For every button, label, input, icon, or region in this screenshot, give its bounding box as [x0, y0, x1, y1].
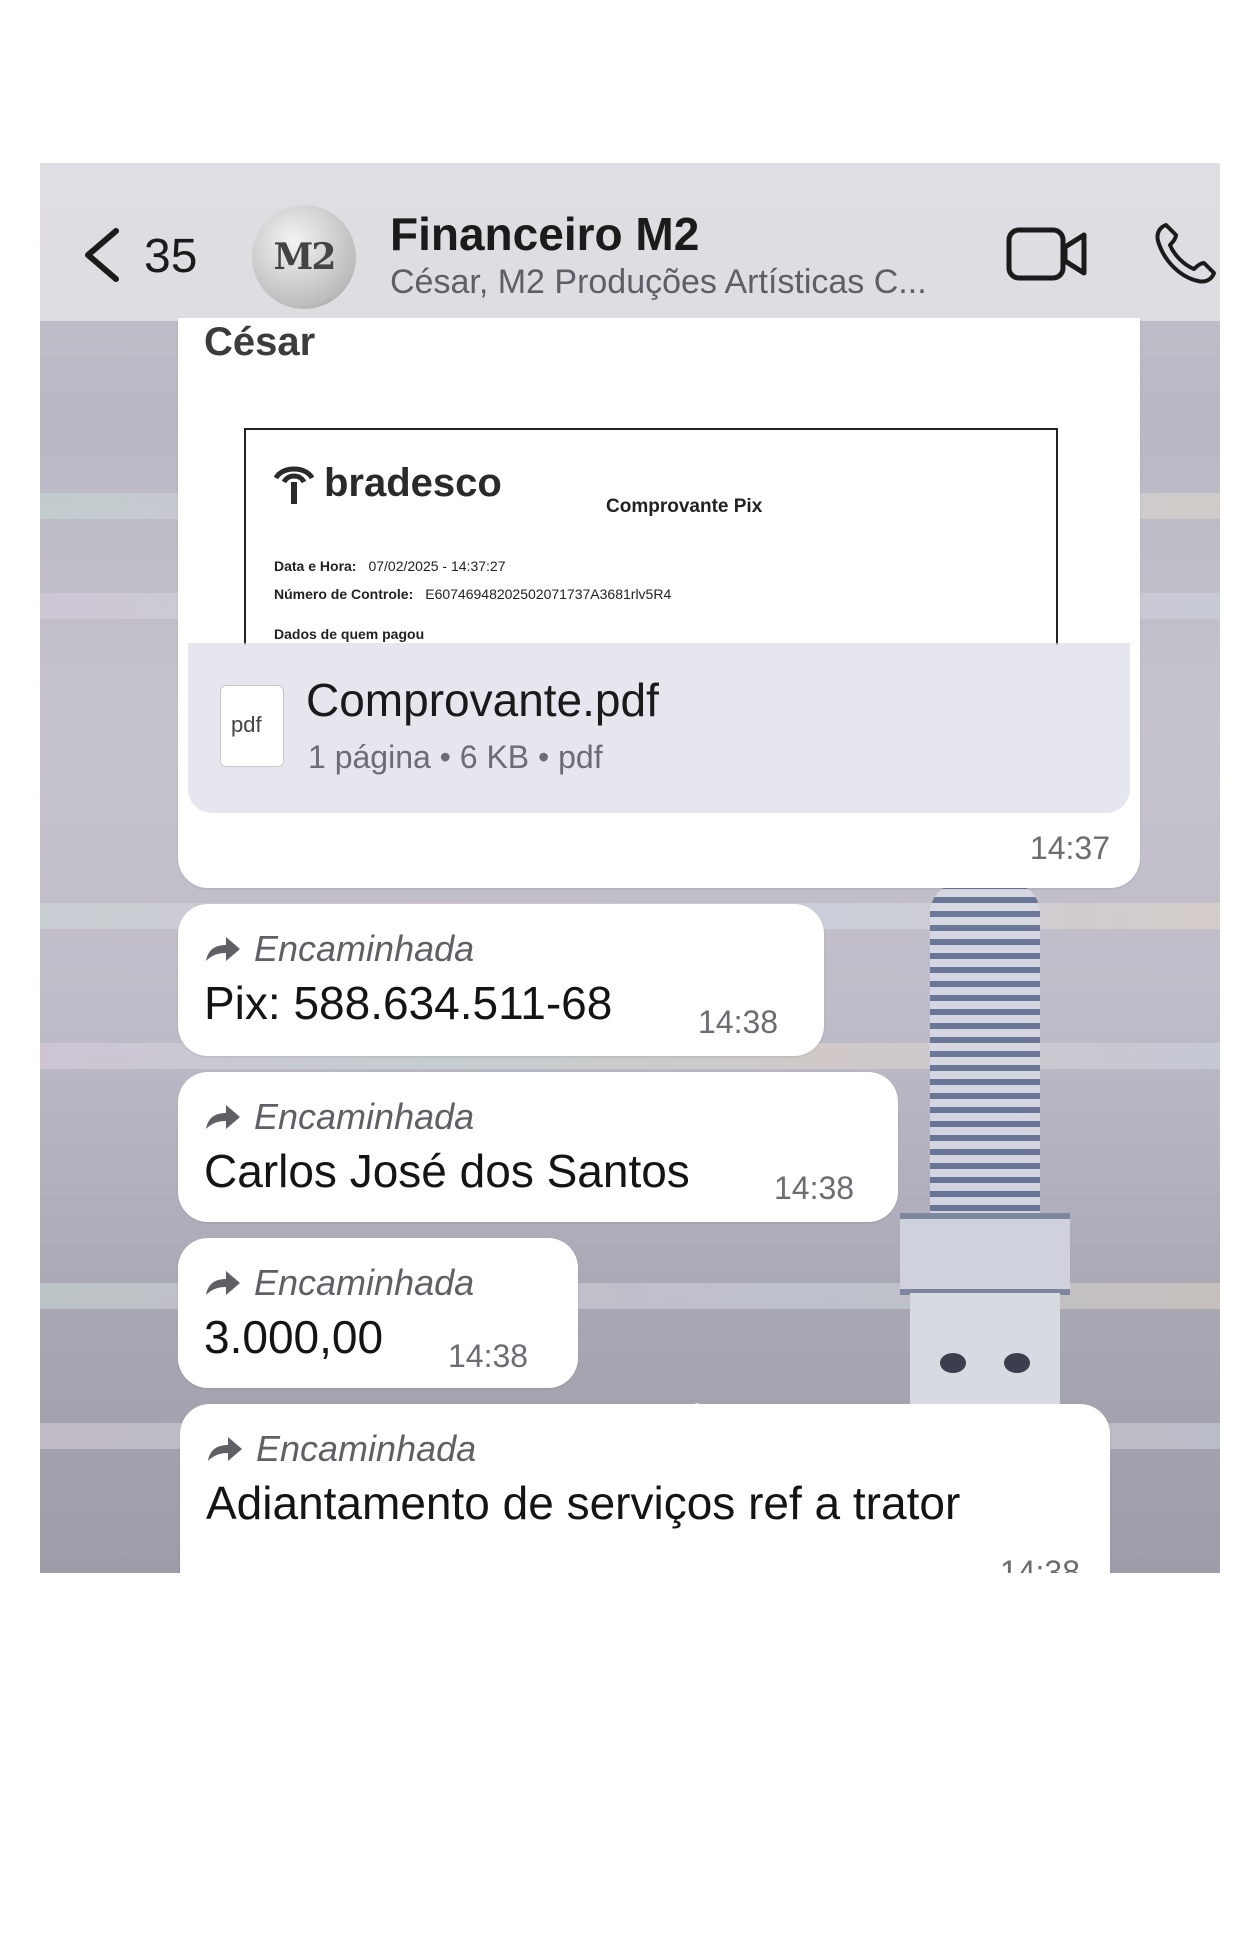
forwarded-label: Encaminhada [204, 1096, 474, 1138]
message-time: 14:38 [774, 1170, 855, 1206]
message-text: Pix: 588.634.511-68 [204, 977, 613, 1029]
file-meta: 1 página • 6 KB • pdf [308, 739, 603, 775]
chat-subtitle[interactable]: César, M2 Produções Artísticas C... [390, 263, 927, 302]
video-camera-icon [1006, 227, 1087, 281]
message-text: 3.000,00 [204, 1311, 384, 1363]
sender-name: César [204, 320, 316, 364]
forwarded-message-bubble[interactable]: Encaminhada 3.000,00 14:38 [178, 1238, 578, 1388]
bradesco-tree-icon [273, 466, 315, 504]
receipt-date-row: Data e Hora: 07/02/2025 - 14:37:27 [274, 558, 505, 574]
forwarded-label: Encaminhada [204, 1262, 474, 1304]
file-attachment[interactable]: pdf Comprovante.pdf 1 página • 6 KB • pd… [188, 643, 1130, 813]
message-time: 14:37 [1029, 830, 1110, 866]
back-button[interactable] [76, 225, 128, 285]
group-avatar[interactable]: M2 [252, 205, 356, 309]
forward-arrow-icon [208, 1437, 242, 1461]
bank-logo: bradesco [272, 460, 502, 506]
forward-arrow-icon [206, 1105, 240, 1129]
chat-header: 35 M2 Financeiro M2 César, M2 Produções … [40, 163, 1220, 321]
message-text: Adiantamento de serviços ref a trator [206, 1477, 961, 1529]
forwarded-label: Encaminhada [206, 1428, 476, 1470]
message-time: 14:38 [999, 1554, 1080, 1573]
video-call-button[interactable] [1006, 225, 1088, 283]
receipt-date-label: Data e Hora: [274, 558, 357, 574]
forwarded-text: Encaminhada [254, 1262, 475, 1303]
forward-arrow-icon [206, 1271, 240, 1295]
forwarded-message-bubble[interactable]: Encaminhada Pix: 588.634.511-68 14:38 [178, 904, 824, 1056]
forward-arrow-icon [206, 937, 240, 961]
pdf-file-icon: pdf [220, 685, 284, 767]
message-time: 14:38 [698, 1004, 779, 1040]
unread-count[interactable]: 35 [144, 229, 197, 284]
receipt-payer-label: Dados de quem pagou [274, 626, 425, 642]
forwarded-message-bubble[interactable]: Encaminhada Carlos José dos Santos 14:38 [178, 1072, 898, 1222]
forwarded-message-bubble[interactable]: Encaminhada Adiantamento de serviços ref… [180, 1404, 1110, 1573]
forwarded-text: Encaminhada [254, 928, 475, 969]
receipt-heading: Comprovante Pix [606, 496, 763, 517]
message-text: Carlos José dos Santos [204, 1145, 690, 1197]
receipt-date-value: 07/02/2025 - 14:37:27 [368, 558, 506, 574]
bank-name: bradesco [324, 460, 502, 505]
phone-icon [1155, 223, 1216, 284]
receipt-control-label: Número de Controle: [274, 586, 414, 602]
receipt-control-value: E60746948202502071737A3681rlv5R4 [425, 586, 672, 602]
pdf-preview[interactable]: bradesco Comprovante Pix Data e Hora: 07/… [244, 428, 1058, 645]
receipt-control-row: Número de Controle: E60746948202502071737… [274, 586, 671, 602]
message-time: 14:38 [448, 1338, 529, 1374]
forwarded-label: Encaminhada [204, 928, 474, 970]
forwarded-text: Encaminhada [254, 1096, 475, 1137]
voice-call-button[interactable] [1152, 219, 1220, 287]
message-clip: Encaminhada Adiantamento de serviços ref… [40, 1404, 1220, 1573]
forwarded-text: Encaminhada [256, 1428, 477, 1469]
file-name: Comprovante.pdf [306, 674, 659, 726]
chevron-left-icon [85, 228, 119, 282]
chat-title[interactable]: Financeiro M2 [390, 207, 699, 261]
document-message-bubble[interactable]: César bradesco Comprovante Pix Data e Ho… [178, 318, 1140, 888]
